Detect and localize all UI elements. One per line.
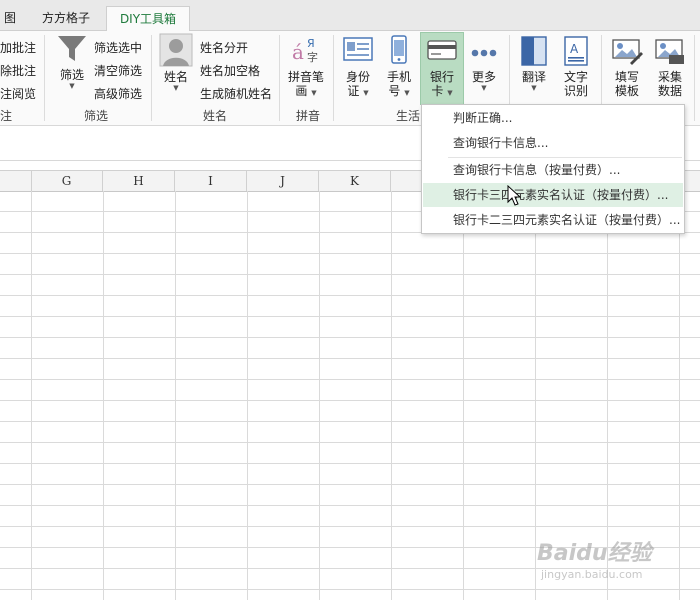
mouse-cursor-icon <box>507 185 521 206</box>
clear-filter-button[interactable]: 清空筛选 <box>94 62 142 79</box>
ribbon-tab-bar: 图 方方格子 DIY工具箱 <box>0 0 700 32</box>
menu-item-three-four-factor-auth[interactable]: 银行卡三四元素实名认证（按量付费）... <box>423 183 683 207</box>
name-label: 姓名 <box>163 70 188 84</box>
more-button[interactable]: 更多 ▼ <box>464 33 504 105</box>
menu-item-query-bank-card[interactable]: 查询银行卡信息... <box>423 131 683 155</box>
column-header-g[interactable]: G <box>31 171 103 191</box>
pinyin-icon: á Я 字 <box>292 37 318 64</box>
id-card-button[interactable]: 身份 证 ▼ <box>338 33 378 105</box>
bank-card-menu: 判断正确... 查询银行卡信息... 查询银行卡信息（按量付费）... 银行卡三… <box>421 104 685 234</box>
tab-fangfang-gezi[interactable]: 方方格子 <box>30 6 102 30</box>
add-comment-button[interactable]: 加批注 <box>0 39 36 56</box>
collect-data-label-2: 数据 <box>657 84 682 98</box>
translate-label: 翻译 <box>521 70 546 84</box>
filter-selected-button[interactable]: 筛选选中 <box>94 39 142 56</box>
column-header-j[interactable]: J <box>247 171 319 191</box>
name-add-space-button[interactable]: 姓名加空格 <box>200 62 260 79</box>
chevron-down-icon: ▼ <box>447 89 453 97</box>
group-divider <box>333 35 334 121</box>
chevron-down-icon: ▼ <box>404 89 410 97</box>
menu-item-validate[interactable]: 判断正确... <box>423 106 683 130</box>
person-icon <box>159 33 193 67</box>
translate-icon <box>521 36 547 66</box>
chevron-down-icon: ▼ <box>69 82 75 90</box>
more-label: 更多 <box>471 70 496 84</box>
life-group-label: 生活 <box>396 109 421 123</box>
more-dots-icon <box>471 49 497 57</box>
phone-number-button[interactable]: 手机 号 ▼ <box>380 33 418 105</box>
phone-label-1: 手机 <box>386 70 411 84</box>
watermark-brand: Baidu经验 <box>537 540 655 566</box>
menu-item-two-three-four-factor-auth[interactable]: 银行卡二三四元素实名认证（按量付费）... <box>423 208 683 232</box>
collect-data-button[interactable]: 采集 数据 <box>650 33 690 105</box>
svg-text:á: á <box>292 40 304 64</box>
svg-text:A: A <box>570 42 579 56</box>
delete-comment-button[interactable]: 除批注 <box>0 62 36 79</box>
column-header-k[interactable]: K <box>319 171 391 191</box>
name-button[interactable]: 姓名 ▼ <box>157 33 195 105</box>
name-group-label: 姓名 <box>203 109 228 123</box>
menu-item-query-bank-card-paid[interactable]: 查询银行卡信息（按量付费）... <box>423 158 683 182</box>
group-divider <box>279 35 280 121</box>
chevron-down-icon: ▼ <box>363 89 369 97</box>
ocr-label-2: 识别 <box>563 84 588 98</box>
column-header-partial[interactable] <box>0 171 32 191</box>
collect-data-icon <box>655 39 684 64</box>
id-card-icon <box>343 37 373 61</box>
comment-group-label: 注 <box>0 109 13 123</box>
fill-template-label-1: 填写 <box>614 70 639 84</box>
column-header-h[interactable]: H <box>103 171 175 191</box>
pinyin-label-2: 画 <box>295 84 308 98</box>
baidu-paw-logo: Baidu经验 jingyan.baidu.com <box>537 540 655 581</box>
funnel-icon <box>58 36 86 61</box>
view-comment-button[interactable]: 注阅览 <box>0 85 36 102</box>
bank-card-label-1: 银行 <box>429 70 454 84</box>
filter-label: 筛选 <box>59 68 84 82</box>
fill-template-label-2: 模板 <box>614 84 639 98</box>
advanced-filter-button[interactable]: 高级筛选 <box>94 85 142 102</box>
fill-template-button[interactable]: 填写 模板 <box>606 33 648 105</box>
id-card-label-2: 证 <box>347 84 360 98</box>
group-divider <box>151 35 152 121</box>
svg-text:字: 字 <box>307 50 318 64</box>
ocr-label-1: 文字 <box>563 70 588 84</box>
chevron-down-icon: ▼ <box>311 89 317 97</box>
ocr-document-icon: A <box>564 36 588 66</box>
chevron-down-icon: ▼ <box>481 84 487 92</box>
tab-view[interactable]: 图 <box>0 6 20 30</box>
random-name-button[interactable]: 生成随机姓名 <box>200 85 272 102</box>
translate-button[interactable]: 翻译 ▼ <box>514 33 554 105</box>
chevron-down-icon: ▼ <box>531 84 537 92</box>
bank-card-button[interactable]: 银行 卡 ▼ <box>420 32 464 105</box>
split-name-button[interactable]: 姓名分开 <box>200 39 248 56</box>
pinyin-group-label: 拼音 <box>296 109 321 123</box>
baidu-jingyan-watermark: Baidu经验 jingyan.baidu.com <box>535 534 685 584</box>
group-divider <box>44 35 45 121</box>
watermark-url: jingyan.baidu.com <box>540 568 643 581</box>
collect-data-label-1: 采集 <box>657 70 682 84</box>
bank-card-label-2: 卡 <box>431 84 444 98</box>
fill-template-icon <box>612 39 643 65</box>
pinyin-stroke-button[interactable]: á Я 字 拼音笔 画 ▼ <box>284 33 328 105</box>
tab-diy-toolbox[interactable]: DIY工具箱 <box>106 6 190 32</box>
ocr-button[interactable]: A 文字 识别 <box>556 33 596 105</box>
id-card-label-1: 身份 <box>345 70 370 84</box>
svg-text:Я: Я <box>307 37 315 50</box>
chevron-down-icon: ▼ <box>173 84 179 92</box>
group-divider <box>694 35 695 121</box>
filter-group-label: 筛选 <box>84 109 109 123</box>
phone-icon <box>391 35 407 64</box>
pinyin-label-1: 拼音笔 <box>287 70 324 84</box>
column-header-i[interactable]: I <box>175 171 247 191</box>
filter-button[interactable]: 筛选 ▼ <box>52 33 92 105</box>
bank-card-icon <box>427 40 457 60</box>
phone-label-2: 号 <box>388 84 401 98</box>
